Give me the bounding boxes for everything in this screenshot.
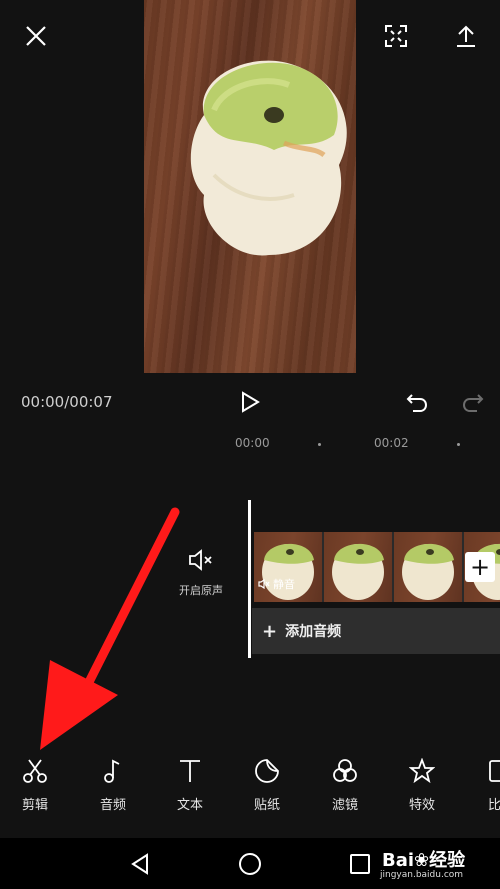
timeline-ruler: 00:00 00:02 [0, 430, 500, 458]
plus-icon: + [262, 620, 278, 642]
fullscreen-icon[interactable] [380, 20, 412, 52]
tool-sticker[interactable]: 贴纸 [237, 758, 297, 813]
scissors-icon [23, 759, 47, 783]
watermark-url: jingyan.baidu.com [380, 870, 464, 880]
recents-icon[interactable] [346, 850, 374, 878]
ruler-dot [457, 443, 460, 446]
redo-icon[interactable] [458, 388, 488, 416]
ruler-mark: 00:02 [374, 436, 409, 450]
ruler-mark: 00:00 [235, 436, 270, 450]
video-frame [144, 0, 356, 373]
tool-label: 特效 [408, 798, 435, 813]
back-icon[interactable] [126, 850, 154, 878]
text-icon [180, 760, 200, 782]
mute-small-icon [258, 579, 270, 589]
playhead[interactable] [248, 500, 251, 658]
watermark-brand: Bai [382, 850, 415, 871]
tool-label: 音频 [99, 798, 126, 813]
close-icon[interactable] [20, 20, 52, 52]
ratio-icon [489, 760, 500, 782]
tool-label: 比 [488, 798, 500, 813]
tool-text[interactable]: 文本 [160, 758, 220, 813]
tool-edit[interactable]: 剪辑 [5, 758, 65, 813]
apple-image [190, 60, 347, 256]
tool-filter[interactable]: 滤镜 [315, 758, 375, 813]
clip-thumbnail [394, 532, 462, 602]
filter-icon [333, 759, 357, 782]
music-note-icon [104, 759, 120, 783]
play-icon[interactable] [236, 388, 264, 416]
playback-time: 00:00/00:07 [21, 393, 113, 411]
tool-label: 贴纸 [253, 798, 280, 813]
tool-label: 滤镜 [331, 798, 358, 813]
annotation-arrow [40, 507, 180, 750]
paw-icon: ❀ [414, 850, 430, 871]
clip-mute-tag: 静音 [258, 576, 295, 592]
home-icon[interactable] [236, 850, 264, 878]
bottom-toolbar: 剪辑 音频 文本 贴纸 滤镜 特效 比 [0, 757, 500, 828]
watermark: Bai❀经验 [382, 846, 465, 872]
tool-effects[interactable]: 特效 [392, 757, 452, 813]
video-preview-area: 00:00/00:07 [0, 0, 500, 430]
tool-ratio[interactable]: 比 [470, 758, 500, 813]
sticker-icon [255, 759, 279, 783]
watermark-brand2: 经验 [429, 850, 466, 871]
add-audio-label: 添加音频 [285, 624, 342, 640]
export-icon[interactable] [450, 20, 482, 52]
undo-icon[interactable] [402, 388, 432, 416]
clip-thumbnail [324, 532, 392, 602]
effects-star-icon [408, 757, 436, 784]
tool-label: 文本 [176, 798, 203, 813]
tool-label: 剪辑 [21, 798, 48, 813]
ruler-dot [318, 443, 321, 446]
add-audio-button[interactable]: + 添加音频 [252, 608, 500, 654]
tool-audio[interactable]: 音频 [83, 758, 143, 813]
mute-tag-label: 静音 [273, 578, 295, 591]
add-clip-button[interactable]: + [465, 552, 495, 582]
